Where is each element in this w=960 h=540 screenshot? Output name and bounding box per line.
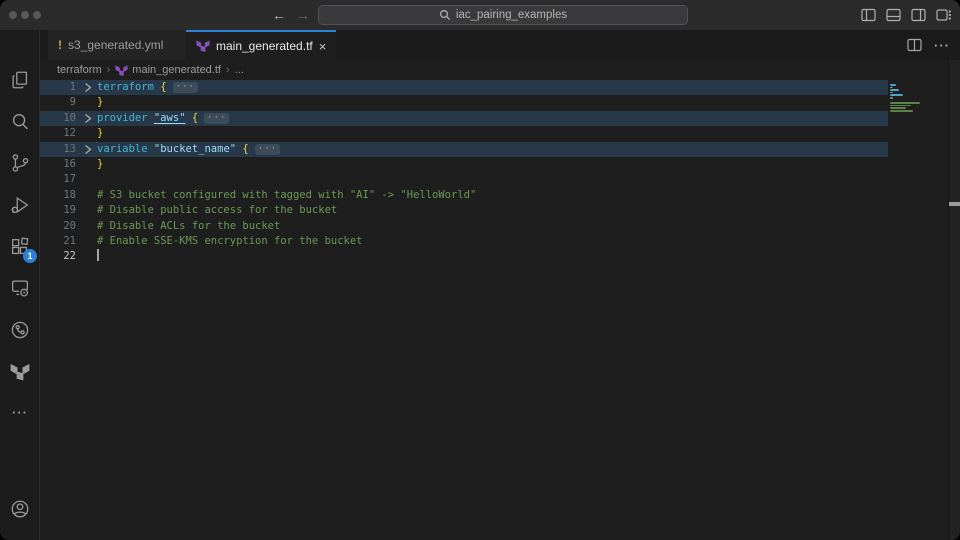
search-icon [439,9,451,21]
navigate-back-button[interactable]: ← [272,7,286,23]
line-number: 20 [40,219,76,234]
source-control-graph-icon[interactable] [8,318,32,342]
right-gutter [948,60,960,540]
code-text: variable "bucket_name" {··· [97,142,280,157]
line-number: 17 [40,172,76,187]
minimap-line [890,89,899,91]
code-line[interactable]: 16} [40,157,960,172]
line-number: 18 [40,188,76,203]
code-lines: 1terraform {···9}10provider "aws" {···12… [40,80,960,265]
toggle-panel-icon[interactable] [886,8,901,22]
text-cursor [97,249,99,261]
code-text: # S3 bucket configured with tagged with … [97,188,476,203]
code-line[interactable]: 22 [40,249,960,264]
chevron-right-icon: › [107,64,111,76]
folded-region-badge[interactable]: ··· [173,82,198,93]
minimap-line [890,94,903,96]
minimap-line [890,84,896,86]
minimap-line [890,102,920,104]
navigate-forward-button[interactable]: → [296,7,310,23]
close-tab-icon[interactable]: × [319,39,327,54]
toggle-primary-sidebar-icon[interactable] [861,8,876,22]
breadcrumb: terraform › main_generated.tf › ... [40,60,960,80]
customize-layout-icon[interactable] [936,8,952,22]
folded-region-badge[interactable]: ··· [204,113,229,124]
code-line[interactable]: 18 # S3 bucket configured with tagged wit… [40,188,960,203]
line-number: 13 [40,142,76,157]
terraform-icon [115,64,128,77]
tab-label: main_generated.tf [216,39,313,53]
line-number: 1 [40,80,76,95]
toggle-secondary-sidebar-icon[interactable] [911,8,926,22]
scrollbar-sash[interactable] [949,202,960,206]
code-text: provider "aws" {··· [97,111,229,126]
line-number: 9 [40,95,76,110]
code-line[interactable]: 17 [40,172,960,187]
code-text: terraform {··· [97,80,198,95]
code-text: } [97,126,103,141]
command-center[interactable]: iac_pairing_examples [318,5,688,25]
chevron-right-icon: › [226,64,230,76]
code-text: # Enable SSE-KMS encryption for the buck… [97,234,363,249]
code-line[interactable]: 1 terraform {··· [40,80,960,95]
code-line[interactable]: 20 # Disable ACLs for the bucket [40,219,960,234]
terraform-icon[interactable] [8,360,32,384]
line-number: 19 [40,203,76,218]
minimap[interactable] [890,84,922,204]
window-controls [9,11,41,19]
tab-s3-generated-yml[interactable]: ! s3_generated.yml [48,30,186,60]
more-actions-icon[interactable]: ··· [934,38,950,53]
extensions-badge: 1 [23,249,37,263]
title-bar: ← → iac_pairing_examples [0,0,960,30]
line-number: 12 [40,126,76,141]
more-icon[interactable]: ··· [8,400,32,424]
yaml-icon: ! [58,38,62,52]
code-text: # Disable ACLs for the bucket [97,219,280,234]
minimap-line [890,97,893,99]
breadcrumb-folder[interactable]: terraform [57,64,102,76]
account-icon[interactable] [8,497,32,521]
search-icon[interactable] [8,110,32,134]
split-editor-icon[interactable] [907,38,922,52]
line-number: 21 [40,234,76,249]
vscode-window: ← → iac_pairing_examples [0,0,960,540]
minimap-line [890,107,906,109]
breadcrumb-file[interactable]: main_generated.tf [115,64,221,77]
code-line[interactable]: 10 provider "aws" {··· [40,111,960,126]
extensions-icon[interactable]: 1 [8,235,32,259]
code-line[interactable]: 21 # Enable SSE-KMS encryption for the bu… [40,234,960,249]
line-number: 10 [40,111,76,126]
minimap-line [890,92,893,94]
code-line[interactable]: 12} [40,126,960,141]
activity-bar: 1 ··· [0,30,40,540]
folded-region-badge[interactable]: ··· [255,144,280,155]
remote-explorer-icon[interactable] [8,276,32,300]
run-debug-icon[interactable] [8,193,32,217]
terraform-icon [196,39,210,53]
code-text: } [97,157,103,172]
breadcrumb-symbol[interactable]: ... [235,64,244,76]
code-text: } [97,95,103,110]
code-editor[interactable]: 1terraform {···9}10provider "aws" {···12… [40,80,960,540]
line-number: 22 [40,249,76,264]
minimap-line [890,105,911,107]
code-text: # Disable public access for the bucket [97,203,337,218]
source-control-icon[interactable] [8,151,32,175]
code-text [97,249,99,264]
tab-bar: ! s3_generated.yml main_generated.tf × ·… [40,30,960,60]
breadcrumb-file-label: main_generated.tf [132,64,221,76]
minimize-window-button[interactable] [21,11,29,19]
line-number: 16 [40,157,76,172]
tab-main-generated-tf[interactable]: main_generated.tf × [186,30,336,60]
tab-label: s3_generated.yml [68,38,163,52]
command-center-text: iac_pairing_examples [456,9,567,21]
code-line[interactable]: 13 variable "bucket_name" {··· [40,142,960,157]
close-window-button[interactable] [9,11,17,19]
code-line[interactable]: 9} [40,95,960,110]
zoom-window-button[interactable] [33,11,41,19]
minimap-line [890,110,913,112]
explorer-icon[interactable] [8,68,32,92]
code-line[interactable]: 19 # Disable public access for the bucket [40,203,960,218]
minimap-line [890,87,893,89]
